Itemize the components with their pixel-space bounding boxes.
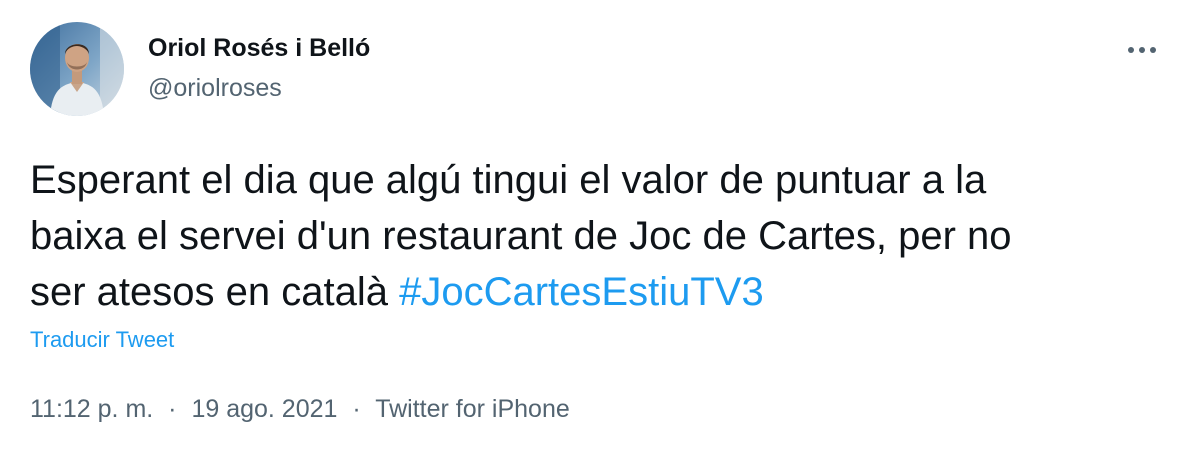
tweet-text: Esperant el dia que algú tingui el valor… [30, 152, 1170, 320]
tweet-text-segment: ser atesos en català [30, 270, 400, 314]
tweet-text-line: Esperant el dia que algú tingui el valor… [30, 158, 987, 202]
tweet-time[interactable]: 11:12 p. m. [30, 395, 153, 423]
profile-photo-icon [30, 22, 124, 116]
tweet-date[interactable]: 19 ago. 2021 [191, 395, 337, 423]
author-display-name[interactable]: Oriol Rosés i Belló [148, 34, 370, 63]
more-options-button[interactable] [1118, 28, 1166, 72]
tweet-metadata: 11:12 p. m. · 19 ago. 2021 · Twitter for… [30, 395, 570, 424]
hashtag-link[interactable]: #JocCartesEstiuTV3 [399, 270, 764, 314]
tweet-card: Oriol Rosés i Belló @oriolroses Esperant… [0, 0, 1198, 458]
meta-separator: · [168, 395, 177, 423]
tweet-source[interactable]: Twitter for iPhone [375, 395, 570, 423]
meta-separator: · [352, 395, 361, 423]
tweet-text-line: baixa el servei d'un restaurant de Joc d… [30, 214, 1012, 258]
author-handle[interactable]: @oriolroses [148, 74, 282, 103]
avatar[interactable] [30, 22, 124, 116]
translate-tweet-link[interactable]: Traducir Tweet [30, 327, 174, 353]
tweet-text-line: ser atesos en català #JocCartesEstiuTV3 [30, 264, 1170, 320]
more-horizontal-icon [1128, 47, 1156, 53]
